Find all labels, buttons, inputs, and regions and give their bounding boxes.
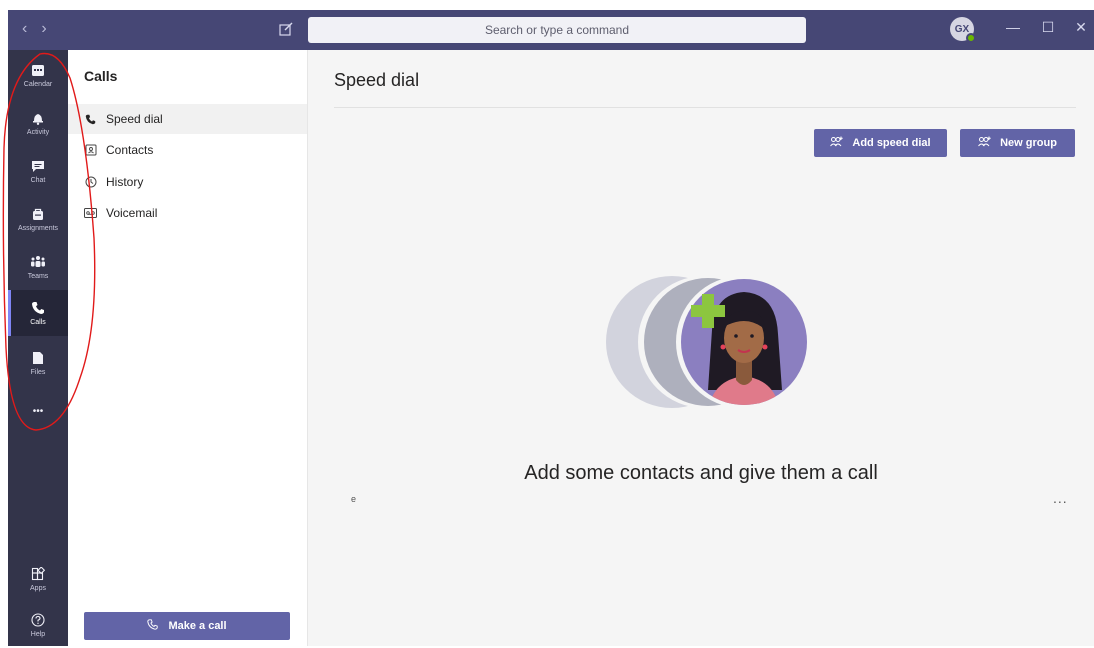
empty-state-message: Add some contacts and give them a call <box>524 462 878 484</box>
rail-label: Teams <box>27 273 49 280</box>
rail-item-help[interactable]: Help <box>8 602 68 648</box>
new-group-label: New group <box>1000 137 1057 149</box>
rail-label: Apps <box>30 585 46 592</box>
app-rail: Calendar Activity Chat Assignments Teams… <box>8 50 68 646</box>
add-group-icon <box>978 136 992 150</box>
close-button[interactable]: ✕ <box>1070 19 1092 36</box>
nav-item-history[interactable]: History <box>68 167 307 197</box>
make-call-label: Make a call <box>168 620 227 632</box>
add-speed-dial-label: Add speed dial <box>852 137 931 149</box>
empty-state-illustration <box>604 272 814 412</box>
stray-text: e <box>351 494 357 504</box>
pane-title: Calls <box>84 68 118 84</box>
rail-item-files[interactable]: Files <box>8 340 68 386</box>
rail-label: Help <box>30 631 46 638</box>
phone-icon <box>84 113 97 126</box>
compose-icon[interactable] <box>278 21 294 37</box>
nav-item-label: Speed dial <box>106 112 163 126</box>
phone-icon <box>30 300 46 316</box>
search-placeholder: Search or type a command <box>484 23 630 37</box>
contacts-icon <box>84 144 97 157</box>
nav-item-speed-dial[interactable]: Speed dial <box>68 104 307 134</box>
more-options-button[interactable]: ... <box>1053 490 1068 506</box>
rail-label: Calendar <box>23 81 53 88</box>
rail-label: Activity <box>26 129 50 136</box>
nav-item-voicemail[interactable]: Voicemail <box>68 198 307 228</box>
teams-icon <box>30 254 46 270</box>
history-icon <box>84 176 97 189</box>
make-call-button[interactable]: Make a call <box>84 612 290 640</box>
main-content: Speed dial Add speed dial New group Add … <box>308 50 1094 646</box>
nav-item-label: History <box>106 175 144 189</box>
rail-item-activity[interactable]: Activity <box>8 100 68 146</box>
rail-item-calendar[interactable]: Calendar <box>8 52 68 98</box>
add-speed-dial-button[interactable]: Add speed dial <box>814 129 947 157</box>
new-group-button[interactable]: New group <box>960 129 1075 157</box>
more-icon: ••• <box>32 405 44 417</box>
rail-label: Files <box>30 369 46 376</box>
chat-icon <box>30 158 46 174</box>
rail-item-apps[interactable]: Apps <box>8 556 68 602</box>
bell-icon <box>30 110 46 126</box>
avatar-initials: GX <box>954 23 970 35</box>
maximize-button[interactable]: ☐ <box>1037 19 1059 36</box>
nav-item-label: Contacts <box>106 143 154 157</box>
apps-icon <box>30 566 46 582</box>
presence-available-icon <box>966 33 976 43</box>
title-bar: ‹ › Search or type a command GX — ☐ ✕ <box>8 10 1094 50</box>
add-person-icon <box>830 136 844 150</box>
forward-button[interactable]: › <box>41 20 46 38</box>
rail-item-assignments[interactable]: Assignments <box>8 196 68 242</box>
rail-label: Assignments <box>17 225 59 232</box>
rail-item-teams[interactable]: Teams <box>8 244 68 290</box>
assignments-icon <box>30 206 46 222</box>
file-icon <box>30 350 46 366</box>
voicemail-icon <box>84 207 97 220</box>
nav-item-label: Voicemail <box>106 206 158 220</box>
minimize-button[interactable]: — <box>1002 19 1024 35</box>
rail-label: Calls <box>30 319 46 326</box>
rail-item-calls[interactable]: Calls <box>8 290 68 336</box>
page-title: Speed dial <box>334 70 420 90</box>
search-input[interactable]: Search or type a command <box>308 17 806 43</box>
rail-item-more[interactable]: ••• <box>8 388 68 434</box>
rail-item-chat[interactable]: Chat <box>8 148 68 194</box>
back-button[interactable]: ‹ <box>22 20 27 38</box>
title-divider <box>334 107 1076 108</box>
help-icon <box>30 612 46 628</box>
calls-left-pane: Calls Speed dial Contacts History Voicem… <box>68 50 308 646</box>
history-nav: ‹ › <box>22 20 47 38</box>
calendar-icon <box>30 62 46 78</box>
phone-icon <box>147 619 159 633</box>
avatar[interactable]: GX <box>950 17 976 43</box>
rail-label: Chat <box>30 177 46 184</box>
nav-item-contacts[interactable]: Contacts <box>68 135 307 165</box>
